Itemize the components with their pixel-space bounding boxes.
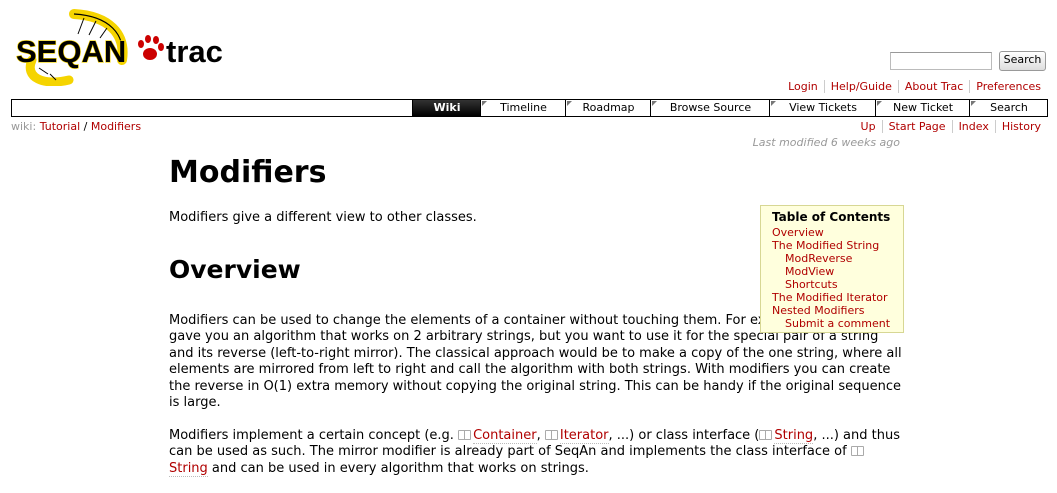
search-input[interactable] (890, 52, 992, 70)
start-page-link[interactable]: Start Page (889, 120, 946, 133)
toc-item-submit-comment[interactable]: Submit a comment (772, 317, 903, 330)
tab-corner-icon (771, 101, 776, 106)
breadcrumb-prefix: wiki: (11, 120, 37, 133)
text-fragment: and can be used in every algorithm that … (207, 460, 589, 476)
string-class-link[interactable]: String (169, 460, 208, 477)
toc-item-shortcuts[interactable]: Shortcuts (772, 278, 903, 291)
meta-nav: Login Help/Guide About Trac Preferences (782, 80, 1041, 93)
seqan-trac-logo[interactable]: SEQAN trac (14, 8, 226, 86)
tab-roadmap[interactable]: Roadmap (565, 100, 651, 116)
about-trac-link[interactable]: About Trac (905, 80, 963, 93)
history-link[interactable]: History (1002, 120, 1041, 133)
breadcrumb-tutorial-link[interactable]: Tutorial (40, 120, 80, 133)
iterator-link[interactable]: Iterator (559, 427, 609, 444)
wiki-page-icon (850, 446, 864, 456)
context-nav: Up Start Page Index History (855, 120, 1041, 133)
text-fragment: Modifiers implement a certain concept (e… (169, 427, 459, 443)
text-fragment: , ...) or class interface ( (608, 427, 760, 443)
wiki-page-icon (759, 429, 773, 440)
tab-timeline[interactable]: Timeline (480, 100, 566, 116)
tab-roadmap-label: Roadmap (582, 101, 635, 114)
tab-corner-icon (482, 101, 487, 106)
logo-text-right: trac (166, 34, 223, 69)
tab-corner-icon (567, 101, 572, 106)
toc-title: Table of Contents (772, 210, 891, 224)
breadcrumb-modifiers-link[interactable]: Modifiers (91, 120, 141, 133)
tab-wiki-label: Wiki (433, 101, 461, 114)
toc-item-nested-modifiers[interactable]: Nested Modifiers (772, 304, 903, 317)
container-link[interactable]: Container (473, 427, 537, 444)
up-link[interactable]: Up (861, 120, 876, 133)
tab-search-label: Search (990, 101, 1028, 114)
tab-new-ticket-label: New Ticket (892, 101, 954, 114)
toc-item-overview[interactable]: Overview (772, 226, 903, 239)
concept-paragraph: Modifiers implement a certain concept (e… (169, 427, 904, 478)
toc-item-modified-iterator[interactable]: The Modified Iterator (772, 291, 903, 304)
wiki-page-icon (458, 429, 472, 440)
login-link[interactable]: Login (788, 80, 818, 93)
tab-view-tickets[interactable]: View Tickets (769, 100, 876, 116)
main-nav: Wiki Timeline Roadmap Browse Source View… (11, 99, 1048, 117)
index-link[interactable]: Index (959, 120, 989, 133)
wiki-page-icon (544, 429, 558, 440)
toc-item-modified-string[interactable]: The Modified String (772, 239, 903, 252)
logo-text-left: SEQAN (16, 34, 126, 69)
tab-search[interactable]: Search (969, 100, 1048, 116)
tab-corner-icon (971, 101, 976, 106)
page-title: Modifiers (169, 155, 327, 190)
breadcrumb-separator: / (80, 120, 91, 133)
text-fragment: , (536, 427, 545, 443)
paw-icon (138, 35, 164, 60)
tab-browse-source-label: Browse Source (669, 101, 752, 114)
tab-corner-icon (652, 101, 657, 106)
tab-browse-source[interactable]: Browse Source (650, 100, 770, 116)
tab-view-tickets-label: View Tickets (789, 101, 857, 114)
preferences-link[interactable]: Preferences (976, 80, 1041, 93)
tab-wiki[interactable]: Wiki (412, 100, 481, 116)
tab-new-ticket[interactable]: New Ticket (875, 100, 970, 116)
table-of-contents: Table of Contents Overview The Modified … (760, 205, 904, 333)
toc-item-modreverse[interactable]: ModReverse (772, 252, 903, 265)
search-button[interactable]: Search (999, 51, 1046, 71)
tab-corner-icon (877, 101, 882, 106)
toc-item-modview[interactable]: ModView (772, 265, 903, 278)
breadcrumb: wiki: Tutorial / Modifiers (11, 120, 141, 133)
help-guide-link[interactable]: Help/Guide (831, 80, 892, 93)
string-link[interactable]: String (774, 427, 814, 444)
tab-timeline-label: Timeline (500, 101, 547, 114)
